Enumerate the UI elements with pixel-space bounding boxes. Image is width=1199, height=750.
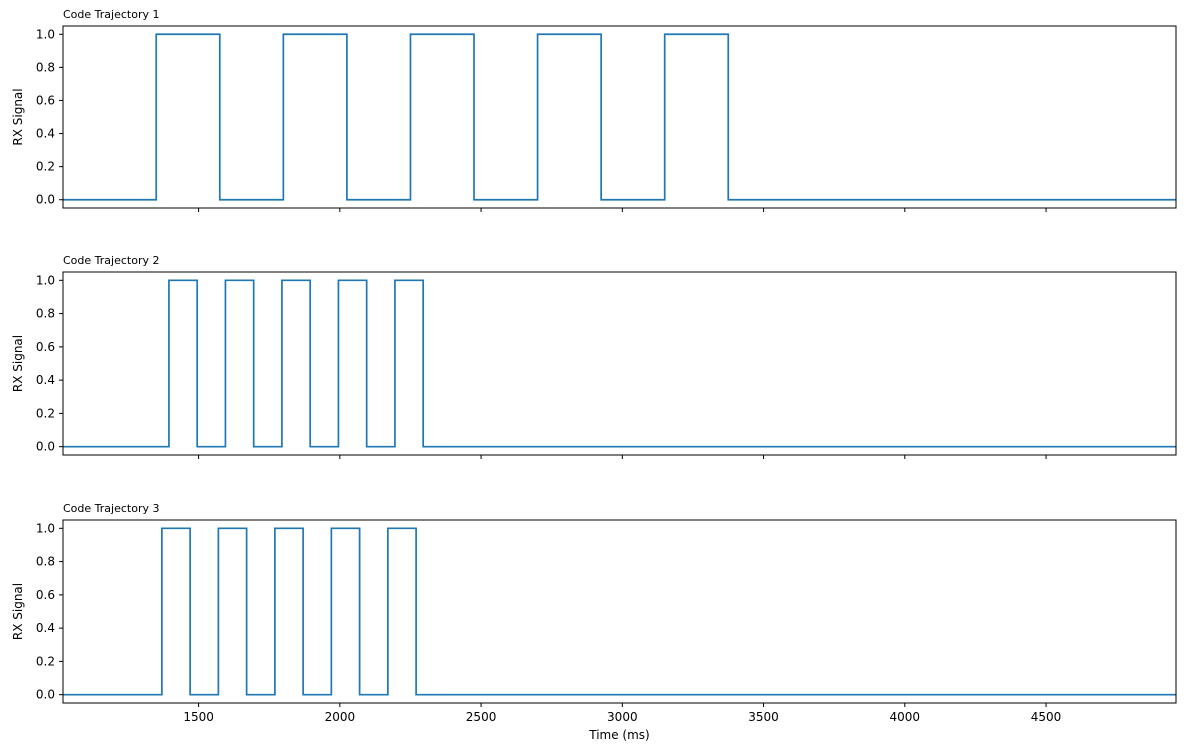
- y-tick-label: 0.8: [36, 307, 55, 321]
- figure-background: [0, 0, 1199, 750]
- y-tick-label: 0.0: [36, 193, 55, 207]
- x-tick-label: 1500: [183, 710, 214, 724]
- subplot-title: Code Trajectory 2: [63, 254, 159, 267]
- subplot-title: Code Trajectory 1: [63, 8, 159, 21]
- y-tick-label: 0.0: [36, 440, 55, 454]
- y-tick-label: 0.8: [36, 555, 55, 569]
- y-tick-label: 0.2: [36, 160, 55, 174]
- x-tick-label: 3500: [748, 710, 779, 724]
- x-tick-label: 2000: [325, 710, 356, 724]
- y-tick-label: 1.0: [36, 273, 55, 287]
- y-axis-label: RX Signal: [11, 88, 25, 145]
- x-tick-label: 2500: [466, 710, 497, 724]
- subplot-title: Code Trajectory 3: [63, 502, 159, 515]
- y-tick-label: 0.0: [36, 688, 55, 702]
- x-axis-label: Time (ms): [588, 728, 650, 742]
- y-tick-label: 0.8: [36, 60, 55, 74]
- y-tick-label: 1.0: [36, 27, 55, 41]
- x-tick-label: 4000: [890, 710, 921, 724]
- y-tick-label: 0.6: [36, 340, 55, 354]
- y-tick-label: 0.4: [36, 621, 55, 635]
- y-tick-label: 0.6: [36, 588, 55, 602]
- figure: Code Trajectory 1 0.0 0.2 0.4 0.6 0.8 1.0 RX Si…: [0, 0, 1199, 750]
- x-tick-label: 3000: [607, 710, 638, 724]
- y-axis-label: RX Signal: [11, 583, 25, 640]
- y-tick-label: 0.4: [36, 127, 55, 141]
- y-tick-label: 0.4: [36, 373, 55, 387]
- y-tick-label: 0.2: [36, 406, 55, 420]
- x-tick-label: 4500: [1031, 710, 1062, 724]
- y-tick-label: 0.6: [36, 93, 55, 107]
- y-tick-label: 1.0: [36, 521, 55, 535]
- y-axis-label: RX Signal: [11, 335, 25, 392]
- y-tick-label: 0.2: [36, 654, 55, 668]
